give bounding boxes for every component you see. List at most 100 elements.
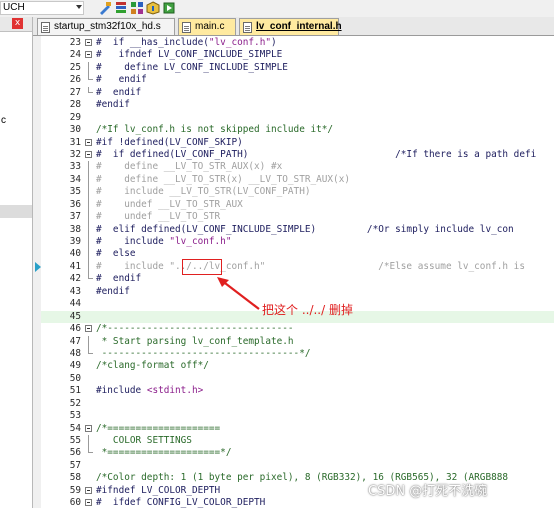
code-line[interactable]: 41 # include "../../lv_conf.h" /*Else ass… — [41, 260, 554, 274]
fold-toggle-icon[interactable] — [85, 51, 92, 59]
line-number: 40 — [69, 248, 81, 260]
line-number: 53 — [69, 410, 81, 422]
line-number: 39 — [69, 236, 81, 247]
code-text: -----------------------------------*/ — [96, 347, 311, 359]
code-line[interactable]: 32 # if defined(LV_CONF_PATH) /*If there … — [41, 149, 554, 161]
file-icon — [243, 22, 252, 33]
code-text: # endif — [96, 273, 142, 285]
code-line[interactable]: 33 # define __LV_TO_STR_AUX(x) #x — [41, 161, 554, 174]
code-line[interactable]: 49 /*clang-format off*/ — [41, 360, 554, 372]
annotation-highlight-box — [182, 259, 222, 275]
fold-end-guide — [88, 86, 93, 93]
chevron-down-icon[interactable] — [76, 5, 82, 9]
fold-guide — [88, 211, 89, 224]
code-text: # undef __LV_TO_STR_AUX — [96, 198, 243, 210]
code-line[interactable]: 29 — [41, 112, 554, 124]
code-line[interactable]: 56 *====================*/ — [41, 447, 554, 459]
code-line[interactable]: 43 #endif — [41, 286, 554, 298]
code-text: # undef __LV_TO_STR — [96, 211, 221, 223]
code-line[interactable]: 31 #if !defined(LV_CONF_SKIP) — [41, 137, 554, 149]
tab-main-c[interactable]: main.c — [178, 18, 236, 35]
close-icon[interactable]: x — [12, 18, 23, 29]
line-number: 48 — [69, 347, 81, 359]
code-line[interactable]: 42 # endif — [41, 273, 554, 285]
watermark: CSDN @打死不洗碗 — [368, 484, 488, 499]
code-line[interactable]: 23 # if __has_include("lv_conf.h") — [41, 37, 554, 49]
code-line[interactable]: 30 /*If lv_conf.h is not skipped include … — [41, 124, 554, 136]
fold-guide — [88, 248, 89, 261]
fold-guide — [88, 260, 89, 274]
code-text: # define __LV_TO_STR(x) __LV_TO_STR_AUX(… — [96, 173, 350, 185]
code-line[interactable]: 26 # endif — [41, 74, 554, 86]
code-line[interactable]: 37 # undef __LV_TO_STR — [41, 211, 554, 224]
line-number: 35 — [69, 186, 81, 198]
fold-toggle-icon[interactable] — [85, 138, 92, 146]
code-text: # if defined(LV_CONF_PATH) /*If there is… — [96, 148, 537, 160]
breakpoint-margin[interactable] — [33, 36, 41, 508]
fold-toggle-icon[interactable] — [85, 150, 92, 158]
line-number: 42 — [69, 273, 81, 285]
code-text: # elif defined(LV_CONF_INCLUDE_SIMPLE) /… — [96, 223, 514, 235]
project-panel-header: x — [0, 17, 32, 32]
line-number: 52 — [69, 397, 81, 409]
fold-toggle-icon[interactable] — [85, 486, 92, 494]
tab-label: startup_stm32f10x_hd.s — [54, 21, 161, 32]
build-target-icon[interactable] — [98, 1, 112, 15]
code-line[interactable]: 25 # define LV_CONF_INCLUDE_SIMPLE — [41, 61, 554, 75]
tab-label: main.c — [195, 21, 225, 32]
code-text: # if __has_include("lv_conf.h") — [96, 37, 277, 48]
options-icon[interactable] — [114, 1, 128, 15]
fold-toggle-icon[interactable] — [85, 424, 92, 432]
code-line[interactable]: 53 — [41, 410, 554, 422]
code-line[interactable]: 34 # define __LV_TO_STR(x) __LV_TO_STR_AU… — [41, 173, 554, 187]
code-editor[interactable]: 23 # if __has_include("lv_conf.h") 24 # ifn… — [41, 37, 554, 510]
fold-end-guide — [88, 347, 93, 354]
code-line[interactable]: 55 COLOR SETTINGS — [41, 435, 554, 448]
project-tree-selected-row[interactable] — [0, 205, 32, 218]
code-line[interactable]: 50 — [41, 373, 554, 385]
code-line[interactable]: 47 * Start parsing lv_conf_template.h — [41, 335, 554, 348]
run-icon[interactable] — [162, 1, 176, 15]
code-line[interactable]: 38 # elif defined(LV_CONF_INCLUDE_SIMPLE)… — [41, 223, 554, 236]
code-text: #if !defined(LV_CONF_SKIP) — [96, 136, 243, 148]
code-line[interactable]: 51 #include <stdint.h> — [41, 385, 554, 397]
code-line[interactable]: 52 — [41, 398, 554, 410]
code-line[interactable]: 36 # undef __LV_TO_STR_AUX — [41, 198, 554, 212]
code-line[interactable]: 39 # include "lv_conf.h" — [41, 236, 554, 249]
fold-toggle-icon[interactable] — [85, 39, 92, 46]
code-line[interactable]: 46 /*--------------------------------- — [41, 323, 554, 335]
code-line[interactable]: 35 # include __LV_TO_STR(LV_CONF_PATH) — [41, 186, 554, 199]
fold-toggle-icon[interactable] — [85, 325, 92, 333]
line-number: 29 — [69, 111, 81, 123]
code-text: # define __LV_TO_STR_AUX(x) #x — [96, 161, 283, 173]
code-text: # else — [96, 248, 136, 260]
manage-components-icon[interactable] — [130, 1, 144, 15]
code-text: /*If lv_conf.h is not skipped include it… — [96, 124, 334, 136]
line-number: 23 — [69, 37, 81, 48]
project-tree-fragment[interactable]: c — [1, 115, 6, 126]
code-line[interactable]: 40 # else — [41, 248, 554, 261]
fold-toggle-icon[interactable] — [85, 499, 92, 507]
code-line[interactable]: 27 # endif — [41, 86, 554, 99]
code-line[interactable]: 57 — [41, 460, 554, 472]
line-number: 28 — [69, 99, 81, 111]
fold-guide — [88, 435, 89, 448]
line-number: 47 — [69, 335, 81, 347]
code-text: /*clang-format off*/ — [96, 360, 209, 372]
line-number: 38 — [69, 223, 81, 235]
tab-startup-file[interactable]: startup_stm32f10x_hd.s — [37, 18, 175, 35]
line-number: 27 — [69, 86, 81, 98]
fold-guide — [88, 198, 89, 212]
line-number: 31 — [69, 136, 81, 148]
target-select[interactable]: UCH — [0, 1, 84, 15]
fold-guide — [88, 186, 89, 199]
code-text: COLOR SETTINGS — [96, 435, 192, 446]
tab-lv-conf-internal[interactable]: lv_conf_internal.h — [239, 18, 342, 35]
pack-installer-icon[interactable] — [146, 1, 160, 15]
code-line[interactable]: 48 -----------------------------------*/ — [41, 347, 554, 360]
code-line[interactable]: 54 /*==================== — [41, 423, 554, 435]
code-line[interactable]: 28 #endif — [41, 99, 554, 111]
code-text: # endif — [96, 86, 142, 98]
code-line[interactable]: 24 # ifndef LV_CONF_INCLUDE_SIMPLE — [41, 49, 554, 61]
line-number: 43 — [69, 285, 81, 297]
